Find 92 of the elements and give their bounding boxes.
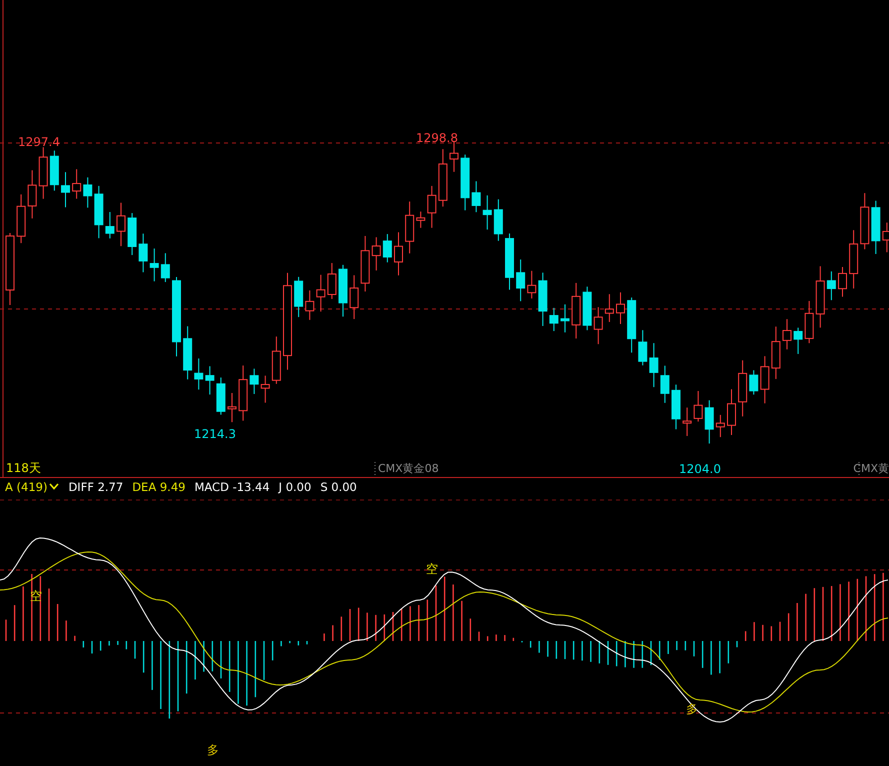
indicator-value: J 0.00 — [278, 480, 312, 494]
candlestick — [638, 330, 648, 366]
candlestick — [394, 232, 403, 276]
candlestick — [305, 290, 314, 320]
candlestick — [416, 211, 426, 228]
candlestick — [228, 392, 236, 423]
price-label: 1298.8 — [416, 132, 458, 144]
candlestick — [582, 286, 592, 331]
candlestick — [716, 414, 725, 438]
caret-icon — [49, 483, 60, 490]
candlestick — [860, 192, 870, 250]
period-label: 118天 — [6, 462, 41, 474]
candlestick — [128, 212, 137, 256]
candlestick — [338, 264, 348, 318]
contract-label: CMX黄 — [853, 463, 889, 474]
price-label: 1297.4 — [18, 136, 60, 148]
indicator-value: MACD -13.44 — [194, 480, 270, 494]
candlestick — [649, 342, 658, 388]
indicator-selector[interactable]: A (419) — [5, 480, 60, 494]
candlestick — [627, 297, 636, 354]
candlestick — [405, 201, 414, 254]
candlestick — [727, 388, 736, 436]
candlestick — [260, 375, 270, 404]
signal-label: 多 — [686, 703, 698, 715]
indicator-value: S 0.00 — [320, 480, 357, 494]
candlestick — [61, 172, 70, 208]
contract-label: CMX黄金08 — [378, 463, 439, 474]
candlestick — [427, 185, 436, 228]
candlestick — [360, 235, 370, 292]
candlestick — [871, 200, 880, 254]
candlestick — [216, 377, 226, 416]
candlestick — [138, 233, 148, 273]
candlestick — [372, 236, 381, 271]
candlestick — [782, 318, 792, 350]
candlestick — [350, 274, 359, 320]
candlestick — [105, 212, 114, 239]
candlestick — [516, 259, 526, 302]
candlestick — [160, 252, 170, 283]
candlestick — [794, 327, 803, 354]
candlestick — [660, 365, 670, 404]
candlestick — [738, 360, 748, 417]
candlestick — [672, 384, 680, 430]
candlestick — [482, 194, 492, 230]
candlestick — [616, 292, 625, 324]
candlestick — [549, 307, 558, 332]
candlestick — [16, 194, 26, 244]
candlestick — [183, 326, 192, 380]
candlestick — [771, 326, 780, 380]
candlestick — [694, 390, 703, 422]
candlestick — [760, 356, 770, 404]
candlestick — [38, 146, 48, 200]
candlestick — [505, 232, 514, 290]
candlestick — [849, 230, 858, 289]
candlestick — [460, 154, 470, 211]
signal-label: 空 — [426, 563, 438, 575]
price-label: 1204.0 — [679, 463, 721, 475]
candlestick — [327, 262, 336, 300]
indicator-value: DEA 9.49 — [132, 480, 186, 494]
candlestick — [116, 202, 126, 247]
candlestick — [749, 370, 758, 396]
candlestick — [72, 168, 82, 200]
candlestick — [272, 336, 281, 384]
candlestick — [316, 274, 326, 312]
candlestick — [838, 266, 847, 298]
candlestick — [28, 170, 37, 219]
price-label: 1214.3 — [194, 428, 236, 440]
candlestick — [804, 300, 814, 344]
candlestick — [604, 294, 614, 322]
candlestick — [472, 180, 481, 213]
candlestick — [527, 270, 536, 299]
candlestick — [50, 150, 59, 192]
signal-label: 多 — [207, 744, 219, 756]
candlestick — [205, 366, 214, 396]
candlestick — [438, 148, 448, 208]
candlestick — [194, 358, 204, 390]
candlestick — [572, 282, 581, 339]
indicator-value: DIFF 2.77 — [68, 480, 124, 494]
candlestick — [94, 185, 104, 239]
candlestick — [816, 266, 825, 328]
candlestick — [494, 198, 503, 242]
candlestick — [560, 304, 570, 333]
candlestick — [382, 234, 392, 263]
candlestick — [682, 407, 692, 436]
candlestick — [150, 248, 159, 282]
candlestick — [294, 276, 304, 318]
candlestick — [826, 270, 836, 301]
candlestick — [83, 176, 92, 208]
candlestick — [250, 368, 259, 394]
candlestick — [238, 365, 248, 422]
candlestick — [704, 400, 714, 444]
candlestick — [538, 272, 548, 327]
candlestick — [594, 306, 603, 345]
